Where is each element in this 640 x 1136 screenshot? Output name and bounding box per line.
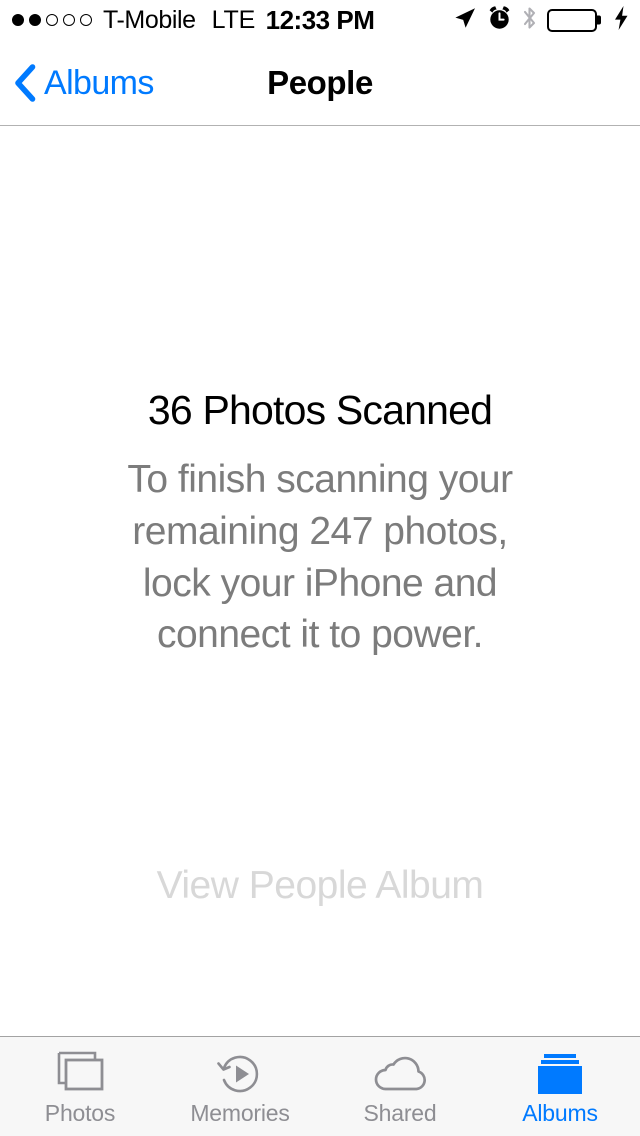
charging-bolt-icon [613, 5, 630, 36]
tab-photos-label: Photos [44, 1100, 116, 1126]
battery-icon [547, 8, 597, 32]
signal-dot-4 [63, 14, 75, 26]
location-arrow-icon [452, 5, 478, 36]
status-bar: T-Mobile LTE 12:33 PM [0, 0, 640, 40]
tab-memories[interactable]: Memories [160, 1037, 320, 1136]
chevron-left-icon [14, 63, 36, 102]
tab-shared[interactable]: Shared [320, 1037, 480, 1136]
scan-detail-text: To finish scanning your remaining 247 ph… [127, 457, 513, 657]
tab-albums-label: Albums [522, 1100, 598, 1126]
signal-dot-5 [80, 14, 92, 26]
tab-shared-label: Shared [363, 1100, 437, 1126]
back-button[interactable]: Albums [0, 63, 154, 102]
photos-stack-icon [51, 1048, 109, 1100]
bluetooth-icon [521, 5, 538, 36]
cloud-icon [368, 1048, 432, 1100]
tab-memories-label: Memories [190, 1100, 290, 1126]
scan-status-block: 36 Photos Scanned To finish scanning you… [0, 387, 640, 661]
network-type-label: LTE [211, 5, 256, 34]
signal-dot-2 [29, 14, 41, 26]
iphone-screen: T-Mobile LTE 12:33 PM Albums People 36 P… [0, 0, 640, 1136]
cellular-signal-dots [12, 14, 92, 26]
back-button-label: Albums [44, 63, 154, 102]
alarm-clock-icon [487, 5, 512, 36]
status-bar-right [452, 5, 630, 36]
signal-dot-1 [12, 14, 24, 26]
tab-bar: Photos Memories Shared Albums [0, 1036, 640, 1136]
navigation-bar: Albums People [0, 40, 640, 126]
memories-replay-icon [212, 1048, 268, 1100]
tab-albums[interactable]: Albums [480, 1037, 640, 1136]
scan-headline: 36 Photos Scanned [147, 387, 493, 433]
tab-photos[interactable]: Photos [0, 1037, 160, 1136]
signal-dot-3 [46, 14, 58, 26]
view-people-album-button[interactable]: View People Album [0, 866, 640, 905]
main-content: 36 Photos Scanned To finish scanning you… [0, 126, 640, 1036]
carrier-name: T-Mobile [103, 5, 196, 34]
albums-stack-icon [530, 1048, 590, 1100]
status-bar-left: T-Mobile LTE [12, 5, 256, 34]
